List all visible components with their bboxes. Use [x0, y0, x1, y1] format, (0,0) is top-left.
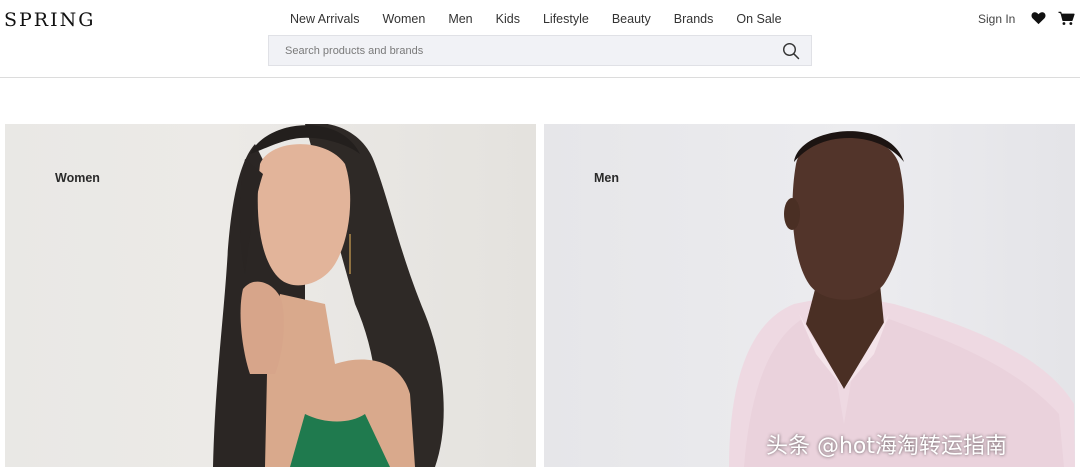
nav-item-on-sale[interactable]: On Sale [736, 12, 781, 26]
sign-in-link[interactable]: Sign In [978, 12, 1015, 26]
main-nav: New Arrivals Women Men Kids Lifestyle Be… [290, 12, 782, 26]
nav-item-women[interactable]: Women [382, 12, 425, 26]
nav-item-men[interactable]: Men [448, 12, 472, 26]
search-bar [268, 35, 812, 66]
search-icon[interactable] [782, 42, 800, 60]
category-tile-men[interactable]: Men [544, 124, 1075, 467]
site-header: SPRING New Arrivals Women Men Kids Lifes… [0, 0, 1080, 78]
nav-item-lifestyle[interactable]: Lifestyle [543, 12, 589, 26]
cart-icon[interactable] [1058, 11, 1075, 26]
search-input[interactable] [269, 36, 759, 65]
category-tile-women[interactable]: Women [5, 124, 536, 467]
men-model-photo [729, 131, 1075, 467]
nav-item-new-arrivals[interactable]: New Arrivals [290, 12, 359, 26]
brand-logo[interactable]: SPRING [4, 9, 95, 31]
nav-item-beauty[interactable]: Beauty [612, 12, 651, 26]
tile-label-women: Women [55, 171, 100, 185]
heart-icon[interactable] [1031, 11, 1046, 25]
tile-label-men: Men [594, 171, 619, 185]
watermark-text: 头条 @hot海淘转运指南 [766, 434, 1008, 459]
nav-item-brands[interactable]: Brands [674, 12, 714, 26]
nav-item-kids[interactable]: Kids [496, 12, 520, 26]
